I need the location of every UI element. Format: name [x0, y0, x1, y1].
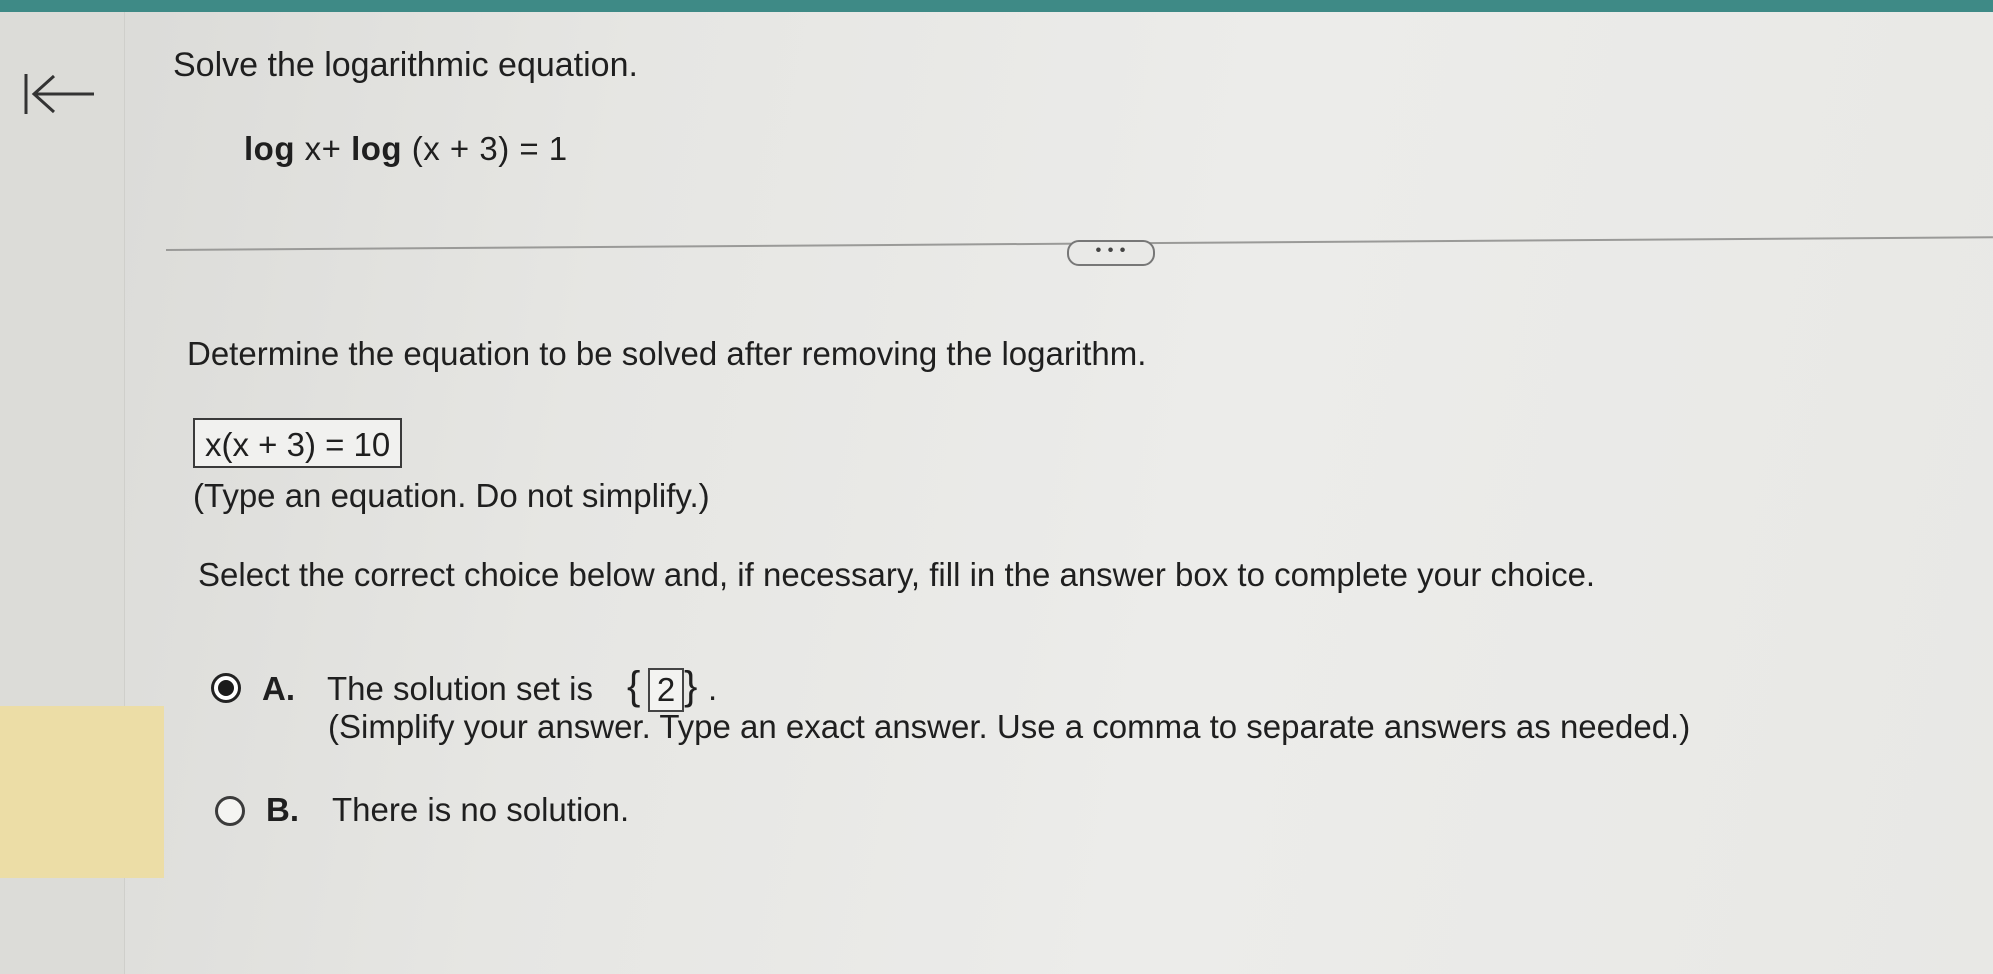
- choice-a-text: The solution set is: [327, 670, 593, 707]
- back-arrow-icon[interactable]: [22, 72, 98, 116]
- equation-arg-2: (x + 3) = 1: [402, 130, 568, 167]
- brace-open: {: [627, 664, 641, 708]
- equation-answer-box[interactable]: x(x + 3) = 10: [193, 418, 403, 468]
- top-bar: [0, 0, 1993, 12]
- choice-b-letter: B.: [266, 791, 299, 828]
- problem-equation: log x+ log (x + 3) = 1: [244, 130, 568, 168]
- choice-b-text: There is no solution.: [332, 791, 630, 828]
- step-instruction: Determine the equation to be solved afte…: [187, 335, 1147, 372]
- show-more-button[interactable]: • • •: [1067, 240, 1155, 266]
- choice-a-period: .: [708, 670, 718, 707]
- choice-a-letter: A.: [262, 670, 295, 707]
- choice-prompt: Select the correct choice below and, if …: [198, 556, 1596, 593]
- brace-close: }: [684, 664, 698, 708]
- choice-b-radio[interactable]: [215, 796, 245, 826]
- choice-a-hint: (Simplify your answer. Type an exact ans…: [328, 708, 1691, 745]
- equation-log-2: log: [351, 130, 403, 167]
- solution-set-input[interactable]: 2: [648, 668, 684, 712]
- equation-hint: (Type an equation. Do not simplify.): [193, 477, 710, 514]
- equation-arg-1: x+: [294, 130, 352, 167]
- rail-highlight: [0, 706, 164, 878]
- equation-log-1: log: [244, 130, 295, 167]
- problem-title: Solve the logarithmic equation.: [173, 46, 638, 84]
- choice-a-radio[interactable]: [211, 673, 241, 703]
